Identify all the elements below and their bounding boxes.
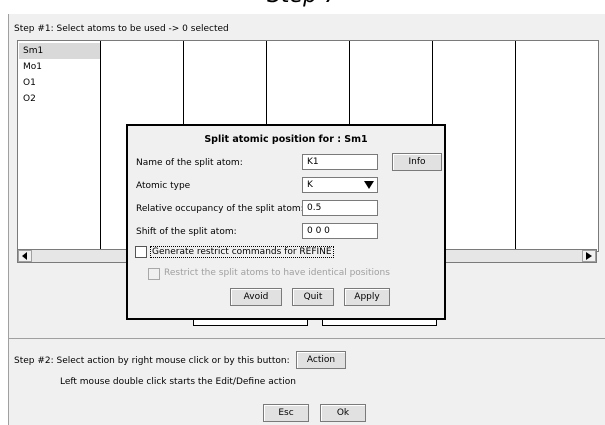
step1-label: Step #1: Select atoms to be used -> 0 se… <box>14 24 229 34</box>
atomic-type-select[interactable]: K <box>302 177 378 193</box>
ok-button-label: Ok <box>336 408 350 418</box>
atomic-type-label: Atomic type <box>136 181 191 191</box>
atom-item-o2[interactable]: O2 <box>19 91 100 107</box>
occupancy-label: Relative occupancy of the split atom: <box>136 204 304 214</box>
apply-button[interactable]: Apply <box>344 288 390 306</box>
action-button[interactable]: Action <box>296 351 346 369</box>
generate-restrict-label: Generate restrict commands for REFINE <box>150 246 334 258</box>
step2-label: Step #2: Select action by right mouse cl… <box>14 356 290 366</box>
scroll-left-arrow-icon[interactable] <box>18 250 32 262</box>
apply-button-label: Apply <box>354 292 380 302</box>
name-label: Name of the split atom: <box>136 158 243 168</box>
quit-button-label: Quit <box>303 292 323 302</box>
step2-hint: Left mouse double click starts the Edit/… <box>60 377 296 387</box>
atom-item-mo1[interactable]: Mo1 <box>19 59 100 75</box>
generate-restrict-checkbox[interactable] <box>135 246 147 258</box>
esc-button-label: Esc <box>278 408 294 418</box>
atom-item-sm1[interactable]: Sm1 <box>19 43 100 59</box>
restrict-identical-checkbox[interactable] <box>148 268 160 280</box>
avoid-button-label: Avoid <box>243 292 269 302</box>
action-button-label: Action <box>306 355 336 365</box>
atomic-type-value: K <box>307 180 313 190</box>
shift-field[interactable]: 0 0 0 <box>302 223 378 239</box>
info-button-label: Info <box>408 157 426 167</box>
occupancy-field[interactable]: 0.5 <box>302 200 378 216</box>
separator <box>8 338 605 339</box>
quit-button[interactable]: Quit <box>292 288 334 306</box>
esc-button[interactable]: Esc <box>263 404 309 422</box>
restrict-identical-label: Restrict the split atoms to have identic… <box>164 268 390 278</box>
dialog-title: Split atomic position for : Sm1 <box>204 134 368 145</box>
split-atom-name-field[interactable]: K1 <box>302 154 378 170</box>
split-atom-dialog: Split atomic position for : Sm1 Name of … <box>126 124 446 320</box>
ok-button[interactable]: Ok <box>320 404 366 422</box>
shift-label: Shift of the split atom: <box>136 227 237 237</box>
info-button[interactable]: Info <box>392 153 442 171</box>
avoid-button[interactable]: Avoid <box>230 288 282 306</box>
dropdown-arrow-icon[interactable] <box>364 180 374 194</box>
page-caption: Step 7 <box>0 0 605 14</box>
atom-item-o1[interactable]: O1 <box>19 75 100 91</box>
scroll-right-arrow-icon[interactable] <box>582 250 596 262</box>
